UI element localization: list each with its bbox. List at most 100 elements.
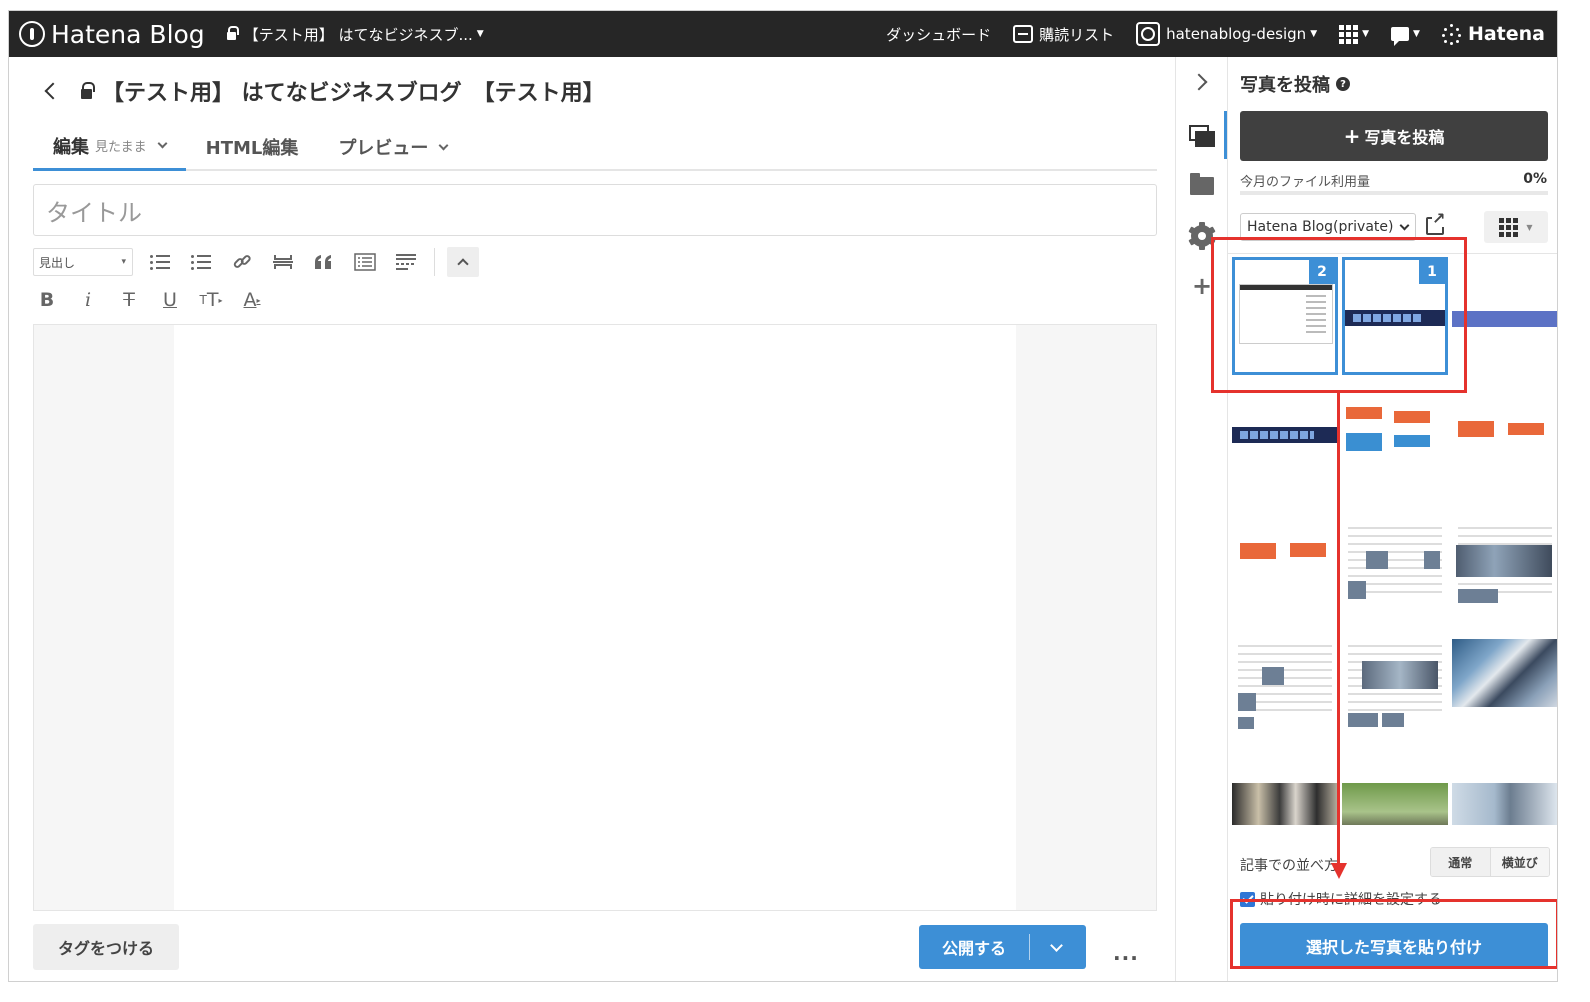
- photo-tool-button[interactable]: [1176, 111, 1228, 161]
- usage-bar: [1240, 191, 1548, 195]
- subscriptions-link[interactable]: 購読リスト: [1013, 24, 1114, 45]
- text-color-button[interactable]: A ▸: [238, 286, 266, 314]
- detail-setting-row: 貼り付け時に詳細を設定する: [1240, 889, 1442, 909]
- photo-thumbnail[interactable]: [1452, 737, 1557, 825]
- apps-menu[interactable]: ▼: [1339, 24, 1370, 44]
- photo-thumbnail[interactable]: [1342, 377, 1448, 495]
- editor-toolbar-format: B i T U T T ▸ A ▸: [33, 285, 279, 315]
- publish-options-chevron-icon[interactable]: [1050, 938, 1063, 952]
- underline-button[interactable]: U: [156, 286, 184, 314]
- heading-select[interactable]: 見出し: [33, 248, 133, 276]
- annotation-arrow-head: [1331, 863, 1347, 879]
- publish-button[interactable]: 公開する: [919, 935, 1029, 959]
- caret-down-icon: ▼: [1310, 29, 1318, 39]
- annotation-arrow-line: [1337, 393, 1340, 867]
- settings-tool-button[interactable]: [1176, 211, 1228, 261]
- tab-html-edit[interactable]: HTML編集: [186, 123, 319, 171]
- comment-icon: [1391, 27, 1410, 46]
- chevron-down-icon: [438, 140, 449, 150]
- caret-down-icon: ▼: [476, 29, 484, 39]
- link-button[interactable]: [228, 248, 256, 276]
- arrange-normal-button[interactable]: 通常: [1431, 848, 1490, 876]
- tab-preview[interactable]: プレビュー: [318, 123, 467, 171]
- side-tool-column: +: [1175, 57, 1228, 981]
- hatena-blog-logo[interactable]: Hatena Blog: [19, 20, 205, 49]
- lock-icon: [81, 81, 95, 99]
- photo-thumbnail[interactable]: [1452, 257, 1557, 375]
- user-avatar-icon: [1136, 22, 1161, 46]
- photo-thumbnail[interactable]: [1232, 737, 1338, 825]
- quote-button[interactable]: [310, 248, 338, 276]
- photo-thumbnail[interactable]: [1232, 497, 1338, 615]
- table-of-contents-icon: [354, 253, 376, 271]
- hatena-brand-link[interactable]: Hatena: [1441, 23, 1545, 45]
- quote-icon: [315, 255, 331, 269]
- photo-thumbnail[interactable]: [1452, 617, 1557, 735]
- read-more-button[interactable]: [392, 248, 420, 276]
- hatena-dots-icon: [1441, 24, 1462, 45]
- paste-selected-photos-button[interactable]: 選択した写真を貼り付け: [1240, 923, 1548, 969]
- photo-thumbnail[interactable]: [1232, 377, 1338, 495]
- horizontal-rule-icon: [273, 255, 293, 269]
- panel-title: 写真を投稿 ?: [1240, 71, 1350, 97]
- blog-selector[interactable]: 【テスト用】 はてなビジネスブ... ▼: [226, 24, 484, 45]
- usage-label: 今月のファイル利用量: [1240, 175, 1371, 190]
- photo-thumbnail[interactable]: [1342, 737, 1448, 825]
- view-mode-select[interactable]: ▼: [1484, 211, 1548, 243]
- numbered-list-button[interactable]: [187, 248, 215, 276]
- read-more-icon: [396, 254, 416, 270]
- external-link-icon[interactable]: [1426, 211, 1446, 235]
- collapse-panel-button[interactable]: [1176, 57, 1228, 107]
- table-of-contents-button[interactable]: [351, 248, 379, 276]
- arrange-toggle: 通常 横並び: [1430, 847, 1550, 877]
- link-icon: [233, 255, 251, 268]
- italic-button[interactable]: i: [74, 286, 102, 314]
- usage-value: 0%: [1523, 171, 1547, 187]
- toolbar-divider: [434, 248, 435, 276]
- photo-thumbnail[interactable]: 2: [1232, 257, 1338, 375]
- arrange-label: 記事での並べ方: [1240, 858, 1338, 874]
- notifications-menu[interactable]: ▼: [1391, 27, 1420, 46]
- dashboard-link[interactable]: ダッシュボード: [886, 24, 991, 45]
- detail-checkbox[interactable]: [1240, 891, 1255, 907]
- caret-down-icon: ▼: [1526, 222, 1533, 232]
- chevron-down-icon: [1400, 220, 1410, 230]
- album-select[interactable]: Hatena Blog(private): [1240, 213, 1416, 241]
- strikethrough-button[interactable]: T: [115, 286, 143, 314]
- photo-panel: 写真を投稿 ? + 写真を投稿 今月のファイル利用量 0% Hatena Blo…: [1227, 57, 1557, 981]
- lock-icon: [226, 26, 239, 40]
- horizontal-rule-button[interactable]: [269, 248, 297, 276]
- font-size-button[interactable]: T T ▸: [197, 286, 225, 314]
- editor-toolbar-top: 見出し: [33, 247, 479, 277]
- photo-thumbnail[interactable]: [1232, 617, 1338, 735]
- chevron-right-icon: [1190, 73, 1208, 91]
- inbox-icon: [1013, 25, 1034, 43]
- editor-content-area[interactable]: [174, 325, 1016, 910]
- numbered-list-icon: [191, 254, 211, 270]
- more-options-button[interactable]: ...: [1113, 941, 1139, 965]
- back-arrow-icon[interactable]: [44, 82, 62, 100]
- photo-thumbnail[interactable]: [1452, 377, 1557, 495]
- folder-tool-button[interactable]: [1176, 161, 1228, 211]
- caret-down-icon: ▼: [1362, 29, 1370, 39]
- arrange-horizontal-button[interactable]: 横並び: [1489, 848, 1549, 876]
- title-input[interactable]: タイトル: [33, 184, 1157, 236]
- chevron-down-icon: [157, 138, 168, 149]
- help-icon[interactable]: ?: [1336, 77, 1350, 91]
- tab-edit[interactable]: 編集 見たまま: [33, 123, 186, 171]
- collapse-toolbar-button[interactable]: [447, 247, 479, 277]
- caret-down-icon: ▼: [1413, 29, 1420, 39]
- photo-thumbnail[interactable]: [1342, 497, 1448, 615]
- selection-number-badge: 1: [1419, 260, 1445, 284]
- user-menu[interactable]: hatenablog-design ▼: [1136, 22, 1317, 46]
- selection-number-badge: 2: [1309, 260, 1335, 284]
- photo-thumbnail[interactable]: [1342, 617, 1448, 735]
- photo-thumbnail[interactable]: 1: [1342, 257, 1448, 375]
- add-tool-button[interactable]: +: [1176, 261, 1228, 311]
- bold-button[interactable]: B: [33, 286, 61, 314]
- photo-thumbnail[interactable]: [1452, 497, 1557, 615]
- add-tag-button[interactable]: タグをつける: [33, 924, 179, 970]
- post-photo-button[interactable]: + 写真を投稿: [1240, 111, 1548, 161]
- bullet-list-button[interactable]: [146, 248, 174, 276]
- plus-icon: +: [1343, 124, 1361, 148]
